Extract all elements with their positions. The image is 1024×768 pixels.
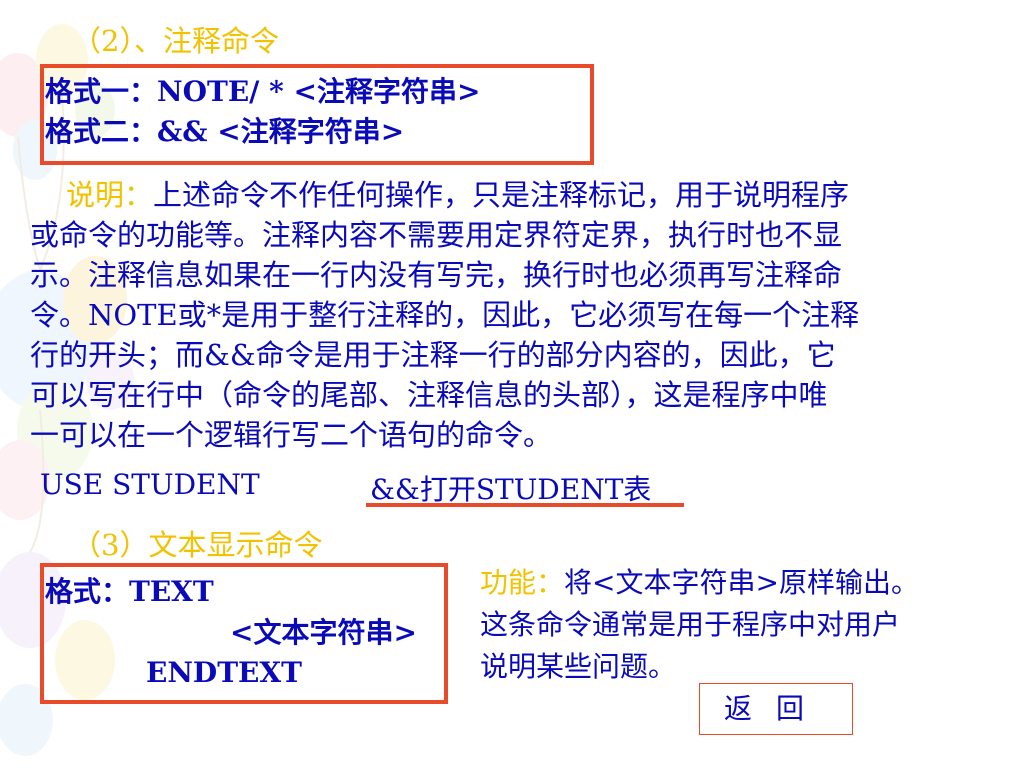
example-command: USE STUDENT bbox=[40, 468, 260, 501]
description-line-3: 示。注释信息如果在一行内没有写完，换行时也必须再写注释命 bbox=[30, 258, 843, 292]
function-description: 功能：将<文本字符串>原样输出。 这条命令通常是用于程序中对用户 说明某些问题。 bbox=[480, 562, 919, 688]
description-line-1: 说明：上述命令不作任何操作，只是注释标记，用于说明程序 bbox=[66, 178, 850, 212]
text-format-body: <文本字符串> bbox=[230, 616, 417, 649]
description-line-7: 一可以在一个逻辑行写二个语句的命令。 bbox=[30, 418, 553, 452]
format1-text: 格式一：NOTE/ * <注释字符串> bbox=[45, 75, 481, 108]
section2-title: （2）、注释命令 bbox=[72, 24, 279, 58]
description-line-5: 行的开头；而&&命令是用于注释一行的部分内容的，因此，它 bbox=[30, 338, 836, 372]
description-line-6: 可以写在行中（命令的尾部、注释信息的头部），这是程序中唯 bbox=[30, 378, 828, 412]
text-format-end: ENDTEXT bbox=[146, 656, 302, 689]
back-button[interactable]: 返回 bbox=[699, 683, 853, 735]
function-line-3: 说明某些问题。 bbox=[480, 650, 677, 683]
example-comment: &&打开STUDENT表 bbox=[370, 473, 652, 506]
description-paragraph: 说明：上述命令不作任何操作，只是注释标记，用于说明程序 或命令的功能等。注释内容… bbox=[30, 175, 990, 455]
description-line-2: 或命令的功能等。注释内容不需要用定界符定界，执行时也不显 bbox=[30, 218, 843, 252]
function-label: 功能： bbox=[480, 566, 565, 599]
description-line-4: 令。NOTE或*是用于整行注释的，因此，它必须写在每一个注释 bbox=[30, 298, 860, 332]
example-underline bbox=[366, 503, 684, 507]
text-format-label: 格式：TEXT bbox=[45, 575, 214, 608]
function-line-2: 这条命令通常是用于程序中对用户 bbox=[480, 608, 901, 641]
section3-title: （3）文本显示命令 bbox=[72, 528, 323, 562]
format2-text: 格式二：&& <注释字符串> bbox=[45, 115, 405, 148]
function-line-1: 功能：将<文本字符串>原样输出。 bbox=[480, 566, 919, 599]
description-label: 说明： bbox=[66, 178, 154, 212]
